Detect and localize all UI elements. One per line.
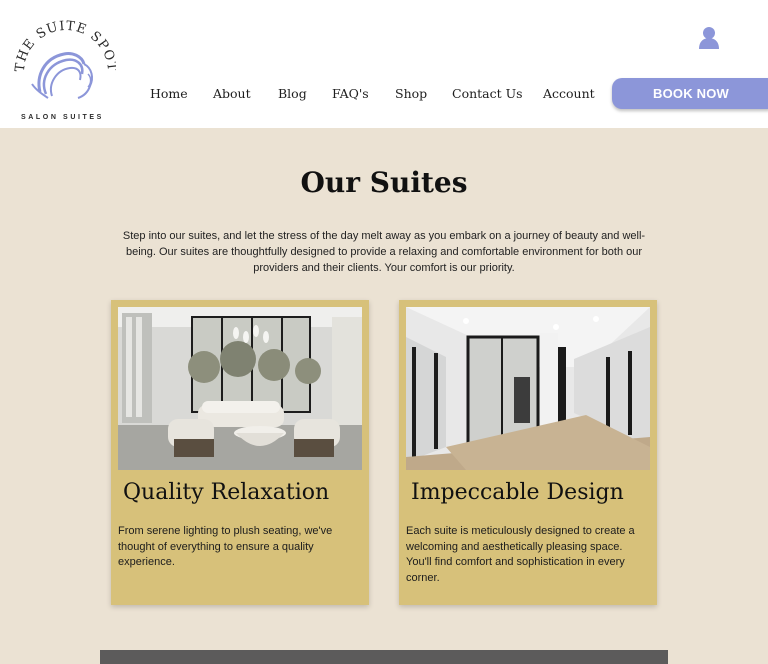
book-now-button[interactable]: BOOK NOW [612, 78, 768, 109]
nav-shop[interactable]: Shop [395, 86, 427, 101]
section-intro: Step into our suites, and let the stress… [122, 230, 646, 274]
user-icon[interactable] [696, 24, 722, 50]
lounge-photo [118, 307, 362, 470]
nav-blog[interactable]: Blog [278, 86, 307, 101]
footer-bar [100, 650, 668, 664]
nav-about[interactable]: About [213, 86, 251, 101]
logo-emblem: THE SUITE SPOT [13, 19, 116, 99]
logo-subtitle: SALON SUITES [21, 114, 104, 121]
card-title: Impeccable Design [411, 480, 624, 505]
nav-faqs[interactable]: FAQ's [332, 86, 369, 101]
card-text: From serene lighting to plush seating, w… [118, 525, 333, 568]
site-logo[interactable]: THE SUITE SPOT SALON SUITES [12, 14, 116, 121]
section-title: Our Suites [300, 166, 468, 199]
card-text: Each suite is meticulously designed to c… [406, 525, 635, 584]
site-header: THE SUITE SPOT SALON SUITES Home About B… [0, 0, 768, 128]
nav-contact-us[interactable]: Contact Us [452, 86, 523, 101]
nav-account[interactable]: Account [543, 86, 595, 101]
logo-arc-text: THE SUITE SPOT [13, 19, 116, 73]
suite-card-relaxation: Quality Relaxation From serene lighting … [111, 300, 369, 605]
hallway-photo [406, 307, 650, 470]
suite-card-design: Impeccable Design Each suite is meticulo… [399, 300, 657, 605]
card-title: Quality Relaxation [123, 480, 330, 505]
nav-home[interactable]: Home [150, 86, 188, 101]
our-suites-section: Our Suites Step into our suites, and let… [0, 128, 768, 664]
svg-text:THE SUITE SPOT: THE SUITE SPOT [13, 19, 116, 73]
